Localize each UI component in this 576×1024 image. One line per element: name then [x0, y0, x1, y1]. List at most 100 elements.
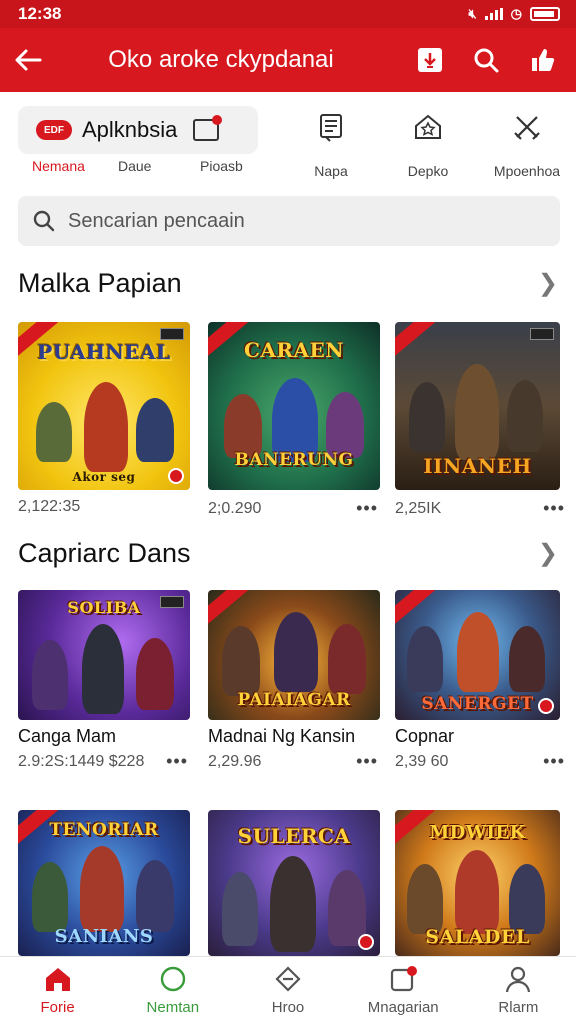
- game-card[interactable]: CARAEN BANERUNG 2;0.290 •••: [208, 322, 380, 519]
- game-thumbnail[interactable]: TENORIAR SANIANS: [18, 810, 190, 956]
- game-card[interactable]: TENORIAR SANIANS: [18, 810, 190, 956]
- nav-label: Hroo: [271, 999, 305, 1016]
- art-footer: SALADEL: [425, 926, 530, 948]
- nav-item-forie[interactable]: Forie: [0, 957, 115, 1024]
- seal-badge: [538, 698, 554, 714]
- person-icon: [506, 966, 531, 993]
- status-bar: 12:38 🔇︎ ◷: [0, 0, 576, 28]
- game-thumbnail[interactable]: PAIAIAGAR: [208, 590, 380, 720]
- chevron-right-icon[interactable]: ❯: [538, 539, 558, 568]
- ribbon-badge: [395, 322, 435, 359]
- search-icon: [474, 48, 499, 73]
- card-stat: 2,29.96: [208, 752, 262, 770]
- status-icons: 🔇︎ ◷: [468, 6, 560, 22]
- hero-figure: [32, 862, 68, 932]
- hero-figure: [80, 846, 124, 932]
- alarm-icon: ◷: [510, 6, 522, 21]
- search-bar[interactable]: [18, 196, 560, 246]
- game-card[interactable]: SANERGET Copnar 2,39 60 •••: [395, 590, 567, 772]
- more-options-icon[interactable]: •••: [166, 751, 188, 772]
- nav-item-mnagarian[interactable]: Mnagarian: [346, 957, 461, 1024]
- game-card[interactable]: SOLIBA Canga Mam 2.9:2S:1449 $228 •••: [18, 590, 190, 772]
- hero-figure: [509, 864, 545, 934]
- quick-item-label: Depko: [407, 163, 449, 179]
- section-title: Capriarc Dans: [18, 538, 191, 568]
- search-input[interactable]: [68, 209, 528, 233]
- more-options-icon[interactable]: •••: [356, 498, 378, 519]
- hero-figure: [328, 624, 366, 694]
- game-card[interactable]: PAIAIAGAR Madnai Ng Kansin 2,29.96 •••: [208, 590, 380, 772]
- card-meta: 2,122:35: [18, 498, 190, 516]
- hero-figure: [274, 612, 318, 692]
- seal-badge: [358, 934, 374, 950]
- section-header[interactable]: Capriarc Dans ❯: [18, 538, 558, 569]
- art-title: SOLIBA: [67, 598, 141, 617]
- circle-icon: [160, 966, 185, 992]
- game-thumbnail[interactable]: MDWIEK SALADEL: [395, 810, 560, 956]
- more-options-icon[interactable]: •••: [543, 498, 565, 519]
- quick-item-depko[interactable]: Depko: [383, 112, 473, 179]
- hero-figure: [84, 382, 128, 472]
- game-thumbnail[interactable]: SULERCA: [208, 810, 380, 956]
- card-title: Madnai Ng Kansin: [208, 726, 356, 746]
- hero-figure: [409, 382, 445, 452]
- hero-figure: [457, 612, 499, 692]
- game-thumbnail[interactable]: CARAEN BANERUNG: [208, 322, 380, 490]
- brand-logo: EDF: [36, 120, 72, 140]
- nav-label: Forie: [40, 999, 75, 1016]
- card-stat: 2,39 60: [395, 752, 449, 770]
- thumbs-up-icon: [532, 49, 555, 71]
- like-button[interactable]: [526, 44, 558, 76]
- card-stat: 2.9:2S:1449 $228: [18, 752, 145, 770]
- download-icon: [418, 48, 442, 72]
- search-button[interactable]: [470, 44, 502, 76]
- tab-nemana[interactable]: Nemana: [32, 158, 85, 174]
- section-header[interactable]: Malka Papian ❯: [18, 268, 558, 299]
- game-card[interactable]: MDWIEK SALADEL: [395, 810, 567, 956]
- game-card[interactable]: SULERCA: [208, 810, 380, 956]
- status-time: 12:38: [18, 4, 62, 23]
- hero-figure: [32, 640, 68, 710]
- quick-item-napa[interactable]: Napa: [286, 112, 376, 179]
- hero-figure: [407, 864, 443, 934]
- home-icon: [45, 968, 70, 991]
- quick-item-label: Napa: [314, 163, 348, 179]
- tab-daue[interactable]: Daue: [118, 158, 151, 174]
- art-title: SULERCA: [237, 824, 351, 848]
- card-title: Copnar: [395, 726, 455, 746]
- art-footer: PAIAIAGAR: [237, 690, 351, 710]
- corner-badge: [530, 328, 554, 340]
- nav-item-hroo[interactable]: Hroo: [230, 957, 345, 1024]
- nav-item-rlarm[interactable]: Rlarm: [461, 957, 576, 1024]
- quick-item-mpoenhoa[interactable]: Mpoenhoa: [482, 112, 572, 179]
- card-meta: 2,29.96 •••: [208, 751, 380, 772]
- brand-chip[interactable]: EDF Aplknbsia: [18, 106, 258, 154]
- nav-label: Nemtan: [146, 999, 200, 1016]
- mute-icon: 🔇︎: [468, 6, 477, 21]
- hero-figure: [326, 392, 364, 458]
- game-thumbnail[interactable]: IINANEH: [395, 322, 560, 490]
- game-thumbnail[interactable]: PUAHNEAL Akor seg: [18, 322, 190, 490]
- hero-figure: [136, 638, 174, 710]
- game-card[interactable]: PUAHNEAL Akor seg 2,122:35: [18, 322, 190, 516]
- brand-name: Aplknbsia: [82, 117, 178, 142]
- nav-item-nemtan[interactable]: Nemtan: [115, 957, 230, 1024]
- bottom-navigation: Forie Nemtan Hroo Mnagarian Rlarm: [0, 956, 576, 1024]
- game-thumbnail[interactable]: SANERGET: [395, 590, 560, 720]
- back-button[interactable]: [0, 28, 56, 92]
- more-options-icon[interactable]: •••: [356, 751, 378, 772]
- card-meta: 2;0.290 •••: [208, 498, 380, 519]
- chevron-right-icon[interactable]: ❯: [538, 269, 558, 298]
- card-stat: 2,122:35: [18, 498, 81, 515]
- nav-label: Mnagarian: [367, 999, 439, 1016]
- game-thumbnail[interactable]: SOLIBA: [18, 590, 190, 720]
- game-card[interactable]: IINANEH 2,25IK •••: [395, 322, 567, 519]
- signal-icon: [484, 8, 503, 20]
- section-title: Malka Papian: [18, 268, 182, 298]
- more-options-icon[interactable]: •••: [543, 751, 565, 772]
- tab-pioasb[interactable]: Pioasb: [200, 158, 243, 174]
- download-button[interactable]: [414, 44, 446, 76]
- quick-access-row: EDF Aplknbsia Nemana Daue Pioasb Napa De…: [0, 100, 576, 180]
- nav-label: Rlarm: [498, 999, 539, 1016]
- card-meta: 2,25IK •••: [395, 498, 567, 519]
